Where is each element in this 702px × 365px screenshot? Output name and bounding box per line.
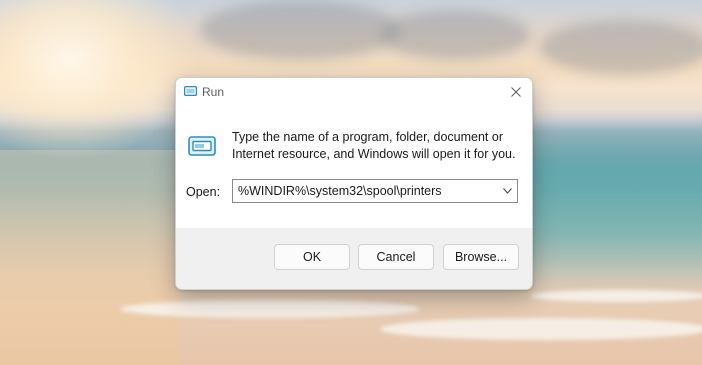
prompt-line: Type the name of a program, folder, docu… xyxy=(232,130,503,144)
run-title-icon xyxy=(184,86,197,96)
prompt-line: Internet resource, and Windows will open… xyxy=(232,147,516,161)
window-title: Run xyxy=(202,85,225,99)
open-combobox[interactable] xyxy=(232,179,518,203)
wallpaper-foam xyxy=(380,318,702,340)
wallpaper-sun-glare xyxy=(0,150,180,365)
wallpaper-sun-glow xyxy=(0,0,200,160)
close-button[interactable] xyxy=(506,82,526,102)
open-dropdown-button[interactable] xyxy=(500,184,514,198)
wallpaper-cloud xyxy=(380,10,530,60)
open-label: Open: xyxy=(186,185,221,199)
wallpaper-cloud xyxy=(200,0,400,60)
dialog-footer: OK Cancel Browse... xyxy=(176,228,532,289)
browse-button[interactable]: Browse... xyxy=(443,244,519,270)
run-dialog: Run Type the name of a program, folder, … xyxy=(175,77,533,290)
wallpaper-foam xyxy=(530,290,702,302)
title-bar[interactable]: Run xyxy=(176,78,532,106)
wallpaper-foam xyxy=(120,300,420,318)
chevron-down-icon xyxy=(502,188,512,194)
cancel-button[interactable]: Cancel xyxy=(358,244,434,270)
run-app-icon xyxy=(188,136,216,156)
open-input[interactable] xyxy=(233,180,495,202)
wallpaper-cloud xyxy=(540,20,702,75)
ok-button[interactable]: OK xyxy=(274,244,350,270)
run-prompt-text: Type the name of a program, folder, docu… xyxy=(232,129,522,163)
close-icon xyxy=(511,87,521,97)
